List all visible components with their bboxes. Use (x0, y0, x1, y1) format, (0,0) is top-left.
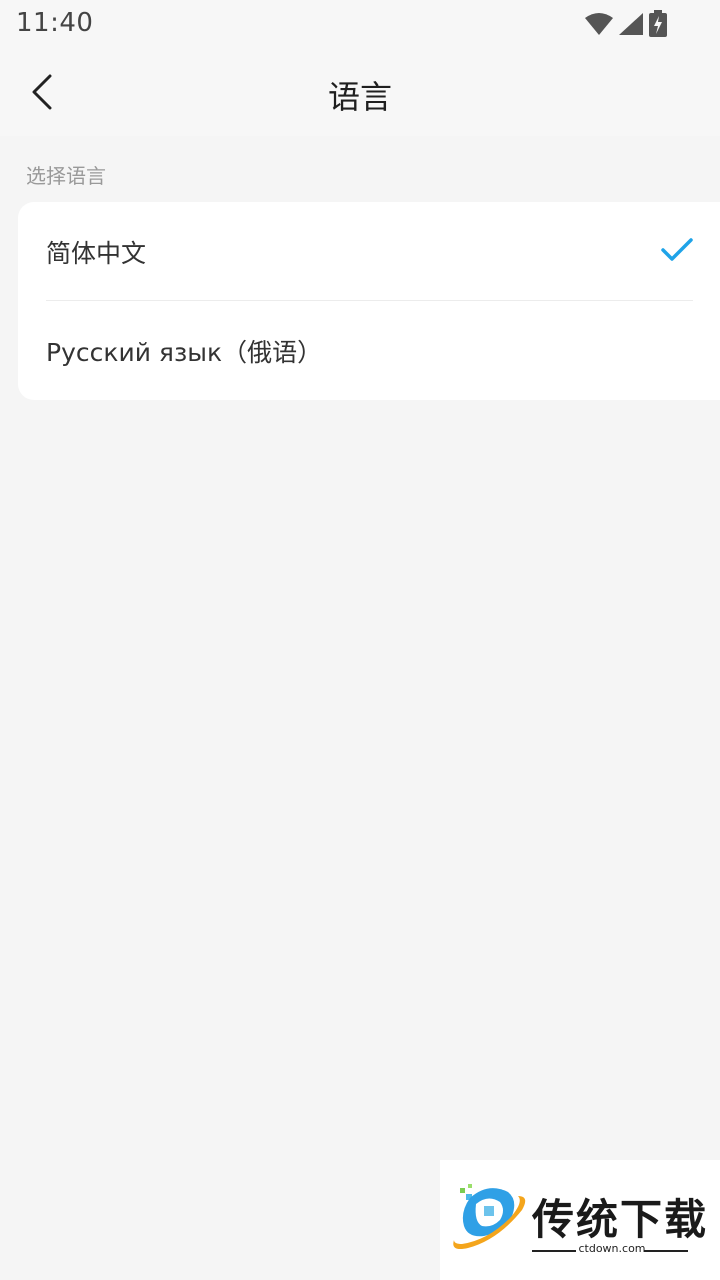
language-label: 简体中文 (46, 239, 147, 268)
language-item-russian[interactable]: Русский язык（俄语） (18, 301, 720, 399)
checkmark-icon (660, 236, 694, 264)
app-header: 语言 (0, 50, 720, 136)
status-bar: 11:40 (0, 0, 720, 50)
language-list: 简体中文 Русский язык（俄语） (18, 202, 720, 400)
status-icons (584, 10, 668, 38)
battery-charging-icon (648, 10, 668, 38)
signal-icon (618, 12, 644, 36)
page-title: 语言 (327, 78, 392, 116)
language-item-chinese[interactable]: 简体中文 (18, 202, 720, 300)
watermark-logo-icon (448, 1182, 528, 1262)
section-label: 选择语言 (26, 164, 106, 188)
watermark-name: 传统下载 (532, 1195, 709, 1244)
watermark: 传统下载 ctdown.com (440, 1160, 720, 1280)
status-time: 11:40 (16, 8, 94, 38)
watermark-line-right (644, 1250, 688, 1252)
language-label: Русский язык（俄语） (46, 338, 323, 367)
watermark-domain: ctdown.com (578, 1242, 646, 1255)
wifi-icon (584, 12, 614, 36)
